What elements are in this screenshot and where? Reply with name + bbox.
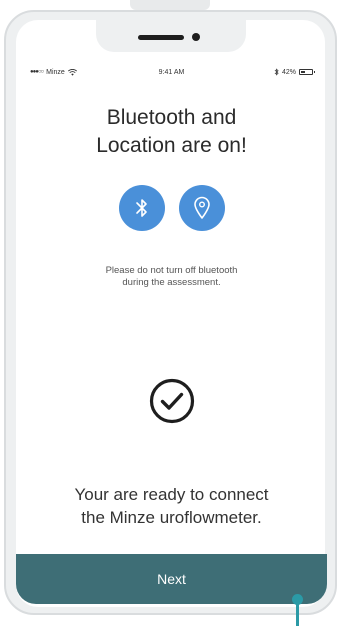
front-camera	[191, 33, 200, 41]
location-pin-icon	[193, 196, 210, 219]
location-status-badge	[178, 185, 225, 231]
speaker-grille	[137, 35, 184, 40]
wifi-icon	[67, 68, 77, 76]
status-left: ●●●○○ Minze	[30, 69, 124, 76]
phone-notch	[95, 20, 246, 52]
check-circle-icon	[149, 378, 194, 424]
battery-icon	[298, 69, 315, 75]
status-icons	[0, 185, 343, 231]
device-top-edge	[130, 0, 210, 10]
bluetooth-notice: Please do not turn off bluetooth during …	[105, 265, 238, 288]
status-bar: ●●●○○ Minze 9:41 AM 42%	[30, 66, 315, 78]
battery-percentage: 42%	[281, 68, 296, 76]
status-right: 42%	[219, 68, 315, 76]
signal-strength-icon: ●●●○○	[30, 69, 44, 75]
bluetooth-icon	[274, 68, 279, 76]
next-button[interactable]: Next	[16, 554, 327, 604]
next-button-label: Next	[157, 571, 186, 587]
carrier-name: Minze	[46, 68, 65, 76]
ready-message: Your are ready to connect the Minze urof…	[74, 485, 269, 527]
page-title: Bluetooth and Location are on!	[96, 106, 247, 157]
bluetooth-status-badge	[118, 185, 165, 231]
battery-level	[300, 71, 306, 73]
status-time: 9:41 AM	[158, 68, 185, 76]
tap-indicator-line	[296, 600, 299, 626]
bluetooth-icon	[135, 199, 147, 217]
